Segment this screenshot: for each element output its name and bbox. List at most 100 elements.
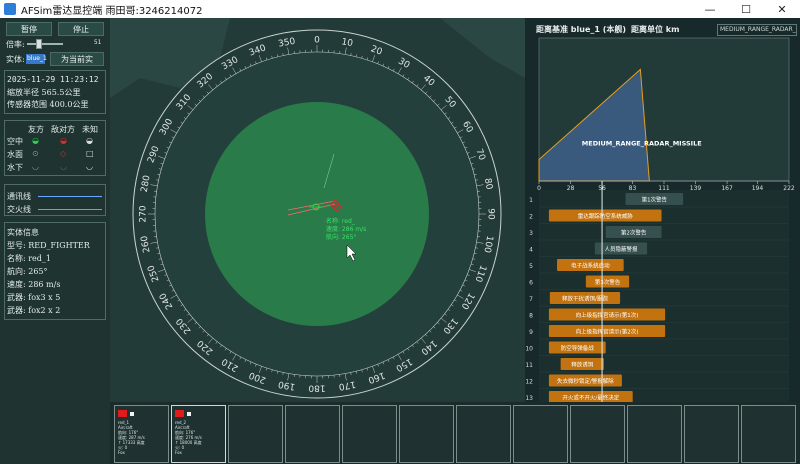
- compass-tick: [208, 337, 214, 344]
- compass-tick: [377, 61, 379, 64]
- compass-tick: [157, 252, 160, 255]
- entity-select[interactable]: blue_1: [26, 54, 47, 64]
- close-button[interactable]: ✕: [764, 0, 800, 18]
- entity-type: 型号: RED_FIGHTER: [7, 241, 90, 250]
- timeline-event[interactable]: 失去微秒锁定/警报解除: [548, 374, 622, 387]
- rate-slider-track[interactable]: [27, 43, 63, 45]
- compass-tick: [194, 322, 197, 325]
- compass-tick: [420, 337, 426, 344]
- center-entity-button[interactable]: 为当前实: [50, 52, 104, 66]
- unknown-subsurface-icon: ◡: [86, 162, 93, 171]
- compass-tick: [472, 168, 476, 170]
- compass-tick: [156, 179, 159, 181]
- friendly-subsurface-icon: ◡: [32, 162, 39, 171]
- timeline-event[interactable]: 电子战系统启动: [557, 259, 624, 271]
- unit-card[interactable]: red_1 Aircraft 航向: 176° 速度: 287 m/s ↑ 17…: [114, 405, 169, 463]
- compass-tick: [464, 279, 468, 282]
- compass-tick: [361, 55, 363, 59]
- timeline-event[interactable]: 人员隐蔽警报: [594, 242, 648, 255]
- timeline-event[interactable]: 向上级指挥官请示(第1次): [548, 308, 666, 321]
- empty-unit-slot[interactable]: [342, 405, 397, 463]
- compass-label: 210: [220, 355, 240, 372]
- compass-label: 190: [277, 378, 296, 391]
- compass-tick: [457, 129, 464, 134]
- compass-tick: [387, 66, 390, 69]
- compass-tick: [206, 334, 209, 337]
- app-window: AFSim雷达显控端 雨田哥:3246214072 — ☐ ✕ 暂停 停止 倍率…: [0, 0, 800, 464]
- iff-row-air: 空中: [7, 137, 23, 146]
- event-label: 开火或不开火/最终决定: [562, 394, 619, 402]
- compass-tick: [177, 126, 180, 129]
- compass-tick: [407, 77, 410, 80]
- compass-tick: [402, 351, 405, 354]
- minimize-button[interactable]: —: [692, 0, 728, 18]
- compass-label: 80: [482, 177, 494, 190]
- maximize-button[interactable]: ☐: [728, 0, 764, 18]
- timeline-event[interactable]: 第1次警告: [625, 193, 684, 205]
- compass-tick: [433, 326, 436, 329]
- comm-line-swatch: [38, 196, 102, 197]
- target-label-course: 航向: 265°: [326, 233, 356, 241]
- compass-tick: [470, 162, 474, 165]
- timeline-event[interactable]: 第2次警告: [605, 226, 662, 238]
- empty-unit-slot[interactable]: [627, 405, 682, 463]
- compass-tick: [229, 351, 232, 354]
- compass-tick: [366, 367, 369, 371]
- compass-tick: [202, 330, 205, 333]
- empty-unit-slot[interactable]: [513, 405, 568, 463]
- empty-unit-slot[interactable]: [456, 405, 511, 463]
- unit-card-text: red_2 Aircraft 航向: 176° 速度: 276 m/s ↑ 18…: [175, 420, 202, 455]
- timeline-row-number: 10: [525, 346, 533, 353]
- empty-unit-slot[interactable]: [228, 405, 283, 463]
- unit-card[interactable]: red_2 Aircraft 航向: 176° 速度: 276 m/s ↑ 18…: [171, 405, 226, 463]
- empty-unit-slot[interactable]: [399, 405, 454, 463]
- rate-slider-handle[interactable]: [36, 39, 42, 49]
- compass-tick: [215, 84, 218, 87]
- friendly-surface-icon: ⊙: [32, 149, 39, 158]
- compass-tick: [372, 55, 376, 62]
- compass-label: 180: [308, 383, 325, 393]
- compass-tick: [220, 344, 222, 348]
- timeline-event[interactable]: 防空导弹备战: [548, 341, 606, 354]
- compass-label: 330: [220, 55, 240, 72]
- compass-tick: [276, 54, 279, 57]
- timeline-event[interactable]: 第3次警告: [585, 275, 630, 288]
- compass-tick: [355, 54, 358, 57]
- unknown-surface-icon: □: [86, 149, 94, 158]
- radar-display[interactable]: 0 10 20 30 40 50 60 70 80 90 100 110 120 130 140 150 160…: [110, 18, 525, 402]
- compass-tick: [355, 371, 358, 374]
- compass-tick: [402, 74, 405, 77]
- compass-tick: [271, 55, 273, 59]
- compass-tick: [451, 304, 454, 307]
- timeline-event[interactable]: 释放干扰诱饵/跟踪: [549, 292, 621, 304]
- right-panel: 距离基准 blue_1 (本舰) 距离单位 km MEDIUM_RANGE_RA…: [525, 18, 800, 402]
- empty-unit-slot[interactable]: [285, 405, 340, 463]
- radar-scope[interactable]: 0 10 20 30 40 5060 70 80 90 100 110 120 130140 150 160…: [110, 18, 525, 402]
- compass-label: 30: [396, 57, 411, 72]
- stop-button[interactable]: 停止: [58, 22, 104, 36]
- compass-tick: [220, 80, 222, 84]
- empty-unit-slot[interactable]: [741, 405, 796, 463]
- pause-button[interactable]: 暂停: [6, 22, 52, 36]
- rate-label: 倍率:: [6, 40, 25, 49]
- compass-label: 340: [248, 43, 268, 58]
- empty-unit-slot[interactable]: [570, 405, 625, 463]
- empty-unit-slot[interactable]: [684, 405, 739, 463]
- timeline-event[interactable]: 向上级指挥官请示(第2次): [548, 325, 666, 337]
- rate-value: 51: [94, 39, 102, 46]
- timeline-event[interactable]: 开火或不开火/最终决定: [548, 391, 633, 402]
- compass-label: 110: [472, 264, 487, 284]
- compass-tick: [239, 68, 242, 72]
- compass-tick: [287, 47, 290, 55]
- timeline-event[interactable]: 雷达跟踪防空系统威胁: [548, 209, 662, 222]
- timeline-event[interactable]: 释放诱饵: [560, 358, 604, 370]
- hostile-unit-icon: [118, 410, 127, 417]
- compass-tick: [420, 84, 426, 91]
- compass-label: 40: [421, 74, 436, 89]
- compass-tick: [282, 372, 284, 375]
- timeline-row-number: 4: [529, 247, 533, 254]
- compass-tick: [198, 326, 201, 329]
- app-icon: [4, 3, 16, 15]
- compass-tick: [444, 112, 447, 115]
- event-label: 防空导弹备战: [561, 344, 595, 352]
